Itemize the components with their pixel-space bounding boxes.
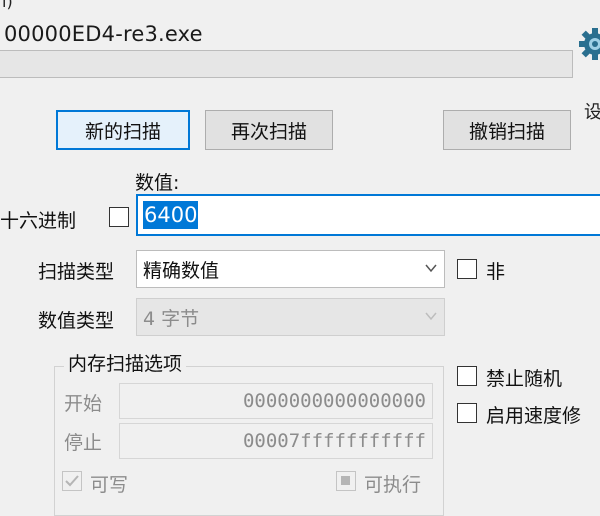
undo-scan-button[interactable]: 撤销扫描 (443, 110, 571, 150)
indeterminate-mark (341, 476, 350, 485)
scan-progress-bar (0, 50, 573, 78)
start-label: 开始 (64, 393, 103, 415)
enable-speedhack-checkbox[interactable] (457, 403, 477, 423)
gear-icon (579, 28, 600, 60)
value-type-label: 数值类型 (38, 310, 115, 332)
window-title-fragment: l) (2, 0, 13, 11)
stop-address-value: 00007fffffffffff (242, 430, 426, 452)
hex-label: 十六进制 (0, 210, 77, 232)
scan-type-value: 精确数值 (143, 259, 220, 282)
next-scan-button[interactable]: 再次扫描 (205, 110, 333, 150)
checkmark-icon (65, 475, 79, 487)
memory-scan-options-title: 内存扫描选项 (64, 349, 187, 376)
settings-label: 设 (584, 102, 600, 123)
chevron-down-icon (425, 264, 437, 273)
stop-label: 停止 (64, 432, 103, 454)
scan-type-label: 扫描类型 (38, 261, 115, 283)
process-title: 00000ED4-re3.exe (4, 22, 203, 46)
executable-label: 可执行 (364, 474, 422, 496)
writable-checkbox[interactable] (62, 471, 82, 491)
hex-checkbox[interactable] (109, 207, 129, 227)
executable-checkbox[interactable] (336, 471, 356, 491)
scan-type-select[interactable]: 精确数值 (136, 250, 445, 288)
value-label: 数值: (135, 172, 180, 194)
start-address-input[interactable]: 0000000000000000 (119, 383, 433, 419)
disable-random-checkbox[interactable] (457, 366, 477, 386)
chevron-down-icon (425, 312, 437, 321)
writable-label: 可写 (90, 474, 129, 496)
enable-speedhack-label: 启用速度修 (486, 405, 582, 427)
disable-random-label: 禁止随机 (486, 368, 563, 390)
not-label: 非 (486, 261, 506, 283)
value-type-select[interactable]: 4 字节 (136, 298, 445, 336)
start-address-value: 0000000000000000 (242, 390, 426, 412)
not-checkbox[interactable] (457, 259, 477, 279)
new-scan-button[interactable]: 新的扫描 (56, 110, 190, 150)
value-input[interactable]: 6400 (136, 194, 600, 236)
value-input-text: 6400 (143, 201, 199, 229)
settings-button[interactable]: 设 (578, 20, 600, 123)
value-type-value: 4 字节 (143, 307, 200, 330)
stop-address-input[interactable]: 00007fffffffffff (119, 423, 433, 459)
